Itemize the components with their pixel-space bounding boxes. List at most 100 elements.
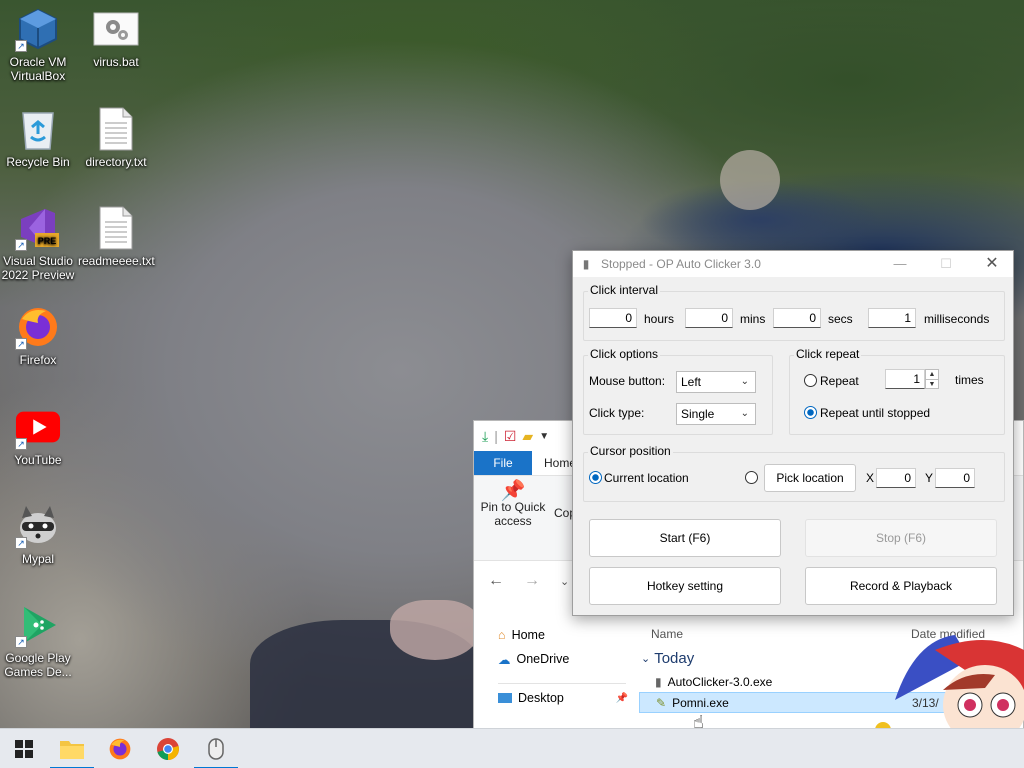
title-bar[interactable]: ▮ Stopped - OP Auto Clicker 3.0 — ☐ ✕: [573, 251, 1013, 277]
desktop-icon-visual-studio[interactable]: PRE ↗ Visual Studio 2022 Preview: [0, 205, 76, 282]
hotkey-setting-button[interactable]: Hotkey setting: [589, 567, 781, 605]
desktop-icon-label: readmeeee.txt: [78, 254, 155, 268]
spin-down-icon[interactable]: ▼: [926, 379, 938, 388]
minimize-button[interactable]: —: [877, 251, 923, 277]
recent-chevron-icon[interactable]: ⌄: [560, 575, 569, 588]
secs-label: secs: [828, 312, 853, 326]
youtube-icon: ↗: [15, 404, 61, 450]
current-location-label: Current location: [604, 471, 689, 485]
mins-input[interactable]: 0: [685, 308, 733, 328]
text-file-icon: [93, 106, 139, 152]
start-button[interactable]: Start (F6): [589, 519, 781, 557]
taskbar-file-explorer[interactable]: [48, 729, 96, 768]
start-button[interactable]: [0, 729, 48, 768]
pick-location-button[interactable]: Pick location: [764, 464, 856, 492]
desktop-icon-label: directory.txt: [85, 155, 147, 169]
nav-item-label: OneDrive: [516, 652, 570, 666]
y-coordinate-input[interactable]: 0: [935, 468, 975, 488]
text-file-icon: [93, 205, 139, 251]
desktop-icon-google-play-games[interactable]: ↗ Google Play Games De...: [0, 602, 76, 679]
group-label: Click interval: [588, 283, 661, 297]
desktop-icon-readmeeee-txt[interactable]: readmeeee.txt: [78, 205, 155, 268]
spin-up-icon[interactable]: ▲: [926, 370, 938, 379]
desktop-icon-firefox[interactable]: ↗ Firefox: [0, 304, 76, 367]
nav-item-home[interactable]: ⌂ Home: [474, 623, 634, 647]
repeat-count-spinner[interactable]: ▲ ▼: [925, 369, 939, 389]
desktop-icon-directory-txt[interactable]: directory.txt: [78, 106, 154, 169]
download-icon[interactable]: ⤓: [482, 428, 488, 445]
click-type-value: Single: [681, 407, 715, 421]
mouse-button-value: Left: [681, 375, 702, 389]
nav-item-desktop[interactable]: Desktop 📌: [474, 686, 634, 710]
nav-item-onedrive[interactable]: ☁ OneDrive: [474, 647, 634, 671]
window-title: Stopped - OP Auto Clicker 3.0: [601, 257, 761, 271]
cloud-icon: ☁: [498, 652, 511, 667]
column-name[interactable]: Name: [651, 627, 683, 641]
desktop-icon-youtube[interactable]: ↗ YouTube: [0, 404, 76, 467]
visual-studio-icon: PRE ↗: [15, 205, 61, 251]
x-coordinate-input[interactable]: 0: [876, 468, 916, 488]
folder-icon[interactable]: ▰: [522, 428, 533, 445]
repeat-until-stopped-radio[interactable]: [804, 406, 817, 419]
mins-label: mins: [740, 312, 766, 326]
desktop-icon-label: virus.bat: [93, 55, 139, 69]
repeat-radio[interactable]: [804, 374, 817, 387]
record-playback-button[interactable]: Record & Playback: [805, 567, 997, 605]
desktop-icon-label: YouTube: [14, 453, 62, 467]
toolbar-divider: |: [494, 428, 498, 444]
desktop-icon-label: Oracle VM VirtualBox: [9, 55, 67, 83]
taskbar: [0, 728, 1024, 768]
group-label: Click repeat: [794, 347, 862, 361]
hours-input[interactable]: 0: [589, 308, 637, 328]
secs-input[interactable]: 0: [773, 308, 821, 328]
desktop-icon-mypal[interactable]: ↗ Mypal: [0, 503, 76, 566]
forward-arrow-icon[interactable]: →: [524, 572, 540, 590]
firefox-icon: ↗: [15, 304, 61, 350]
chevron-down-icon[interactable]: ▼: [539, 431, 549, 442]
hours-label: hours: [644, 312, 675, 326]
windows-start-icon: [15, 739, 33, 758]
raccoon-icon: ↗: [15, 503, 61, 549]
tab-file[interactable]: File: [474, 451, 532, 475]
chrome-icon: [157, 737, 179, 760]
chevron-down-icon: ⌄: [641, 652, 651, 665]
repeat-count-input[interactable]: 1: [885, 369, 925, 389]
desktop-icon-label: Recycle Bin: [6, 155, 70, 169]
properties-icon[interactable]: ☑: [504, 428, 517, 445]
desktop-folder-icon: [498, 693, 512, 703]
close-button[interactable]: ✕: [969, 251, 1015, 277]
mouse-button-select[interactable]: Left ⌄: [676, 371, 756, 393]
pomni-character-overlay: [875, 630, 1024, 730]
back-arrow-icon[interactable]: ←: [488, 572, 504, 590]
file-name: AutoClicker-3.0.exe: [667, 674, 773, 689]
batch-file-icon: [93, 6, 139, 52]
file-name: Pomni.exe: [672, 695, 729, 710]
taskbar-firefox[interactable]: [96, 729, 144, 768]
desktop-icon-label: Firefox: [19, 353, 57, 367]
repeat-until-stopped-label: Repeat until stopped: [820, 406, 931, 420]
times-label: times: [955, 373, 984, 387]
exe-app-icon: ✎: [656, 695, 667, 710]
desktop-icon-recycle-bin[interactable]: Recycle Bin: [0, 106, 76, 169]
desktop-icon-virtualbox[interactable]: ↗ Oracle VM VirtualBox: [0, 6, 76, 83]
group-label: Click options: [588, 347, 661, 361]
current-location-radio[interactable]: [589, 471, 602, 484]
nav-divider: [498, 683, 626, 684]
recycle-bin-icon: [15, 106, 61, 152]
taskbar-chrome[interactable]: [144, 729, 192, 768]
taskbar-auto-clicker[interactable]: [192, 729, 240, 768]
maximize-button[interactable]: ☐: [923, 251, 969, 277]
stop-button[interactable]: Stop (F6): [805, 519, 997, 557]
svg-text:PRE: PRE: [38, 236, 57, 246]
auto-clicker-window[interactable]: ▮ Stopped - OP Auto Clicker 3.0 — ☐ ✕ Cl…: [572, 250, 1014, 616]
milliseconds-input[interactable]: 1: [868, 308, 916, 328]
pin-icon: 📌: [500, 480, 526, 502]
pick-location-radio[interactable]: [745, 471, 758, 484]
click-type-label: Click type:: [589, 406, 645, 420]
click-type-select[interactable]: Single ⌄: [676, 403, 756, 425]
y-label: Y: [925, 471, 934, 485]
pin-to-quick-access-button[interactable]: 📌 Pin to Quick access: [480, 480, 546, 528]
desktop-icon-virus-bat[interactable]: virus.bat: [78, 6, 154, 69]
chevron-down-icon: ⌄: [740, 408, 749, 419]
nav-item-label: Desktop: [518, 691, 564, 705]
